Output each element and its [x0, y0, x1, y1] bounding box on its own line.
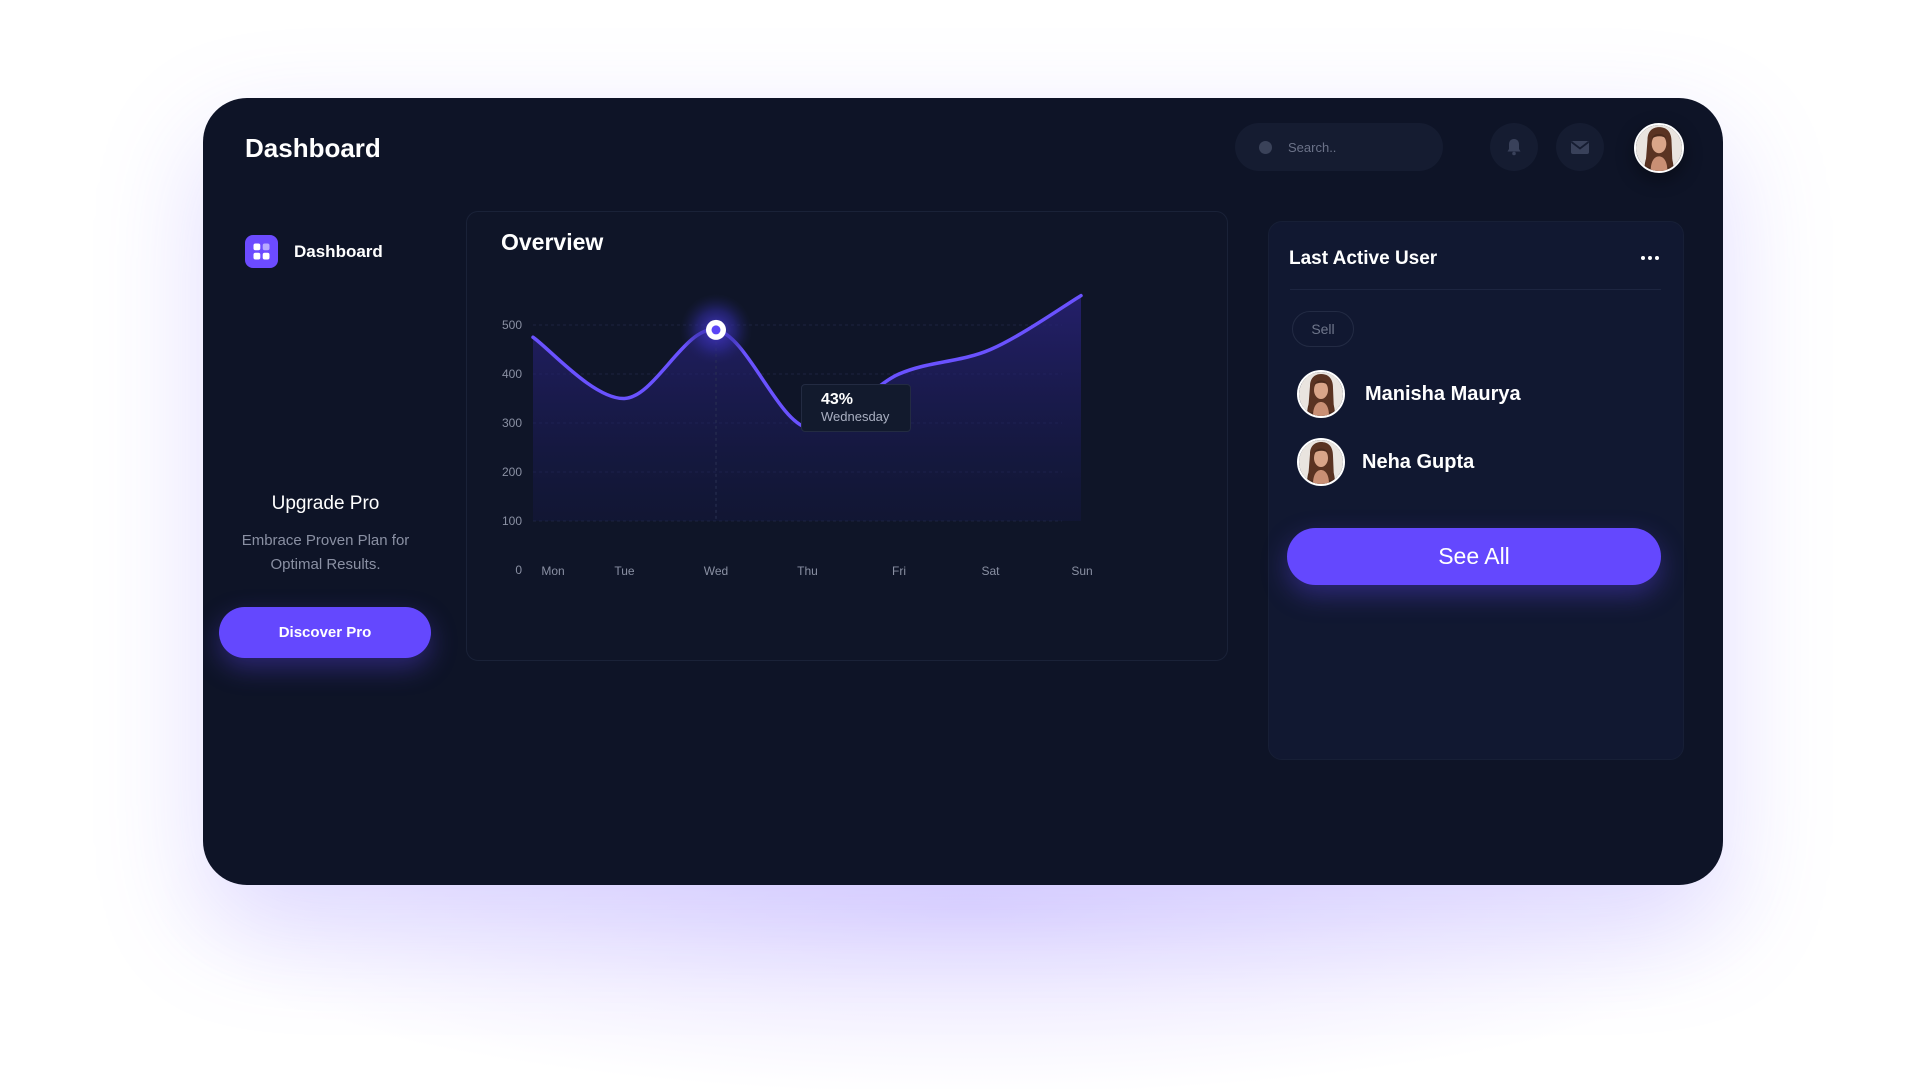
y-tick-label: 200	[502, 465, 522, 479]
dashboard-card: Dashboard Dashboard Upgrad	[203, 98, 1723, 885]
last-active-user-panel: Last Active User Sell Manisha Maurya Neh…	[1268, 221, 1684, 760]
mail-icon	[1570, 141, 1590, 154]
dot-icon	[1655, 256, 1659, 260]
y-tick-label: 500	[502, 318, 522, 332]
discover-pro-button[interactable]: Discover Pro	[219, 607, 431, 658]
y-tick-label: 400	[502, 367, 522, 381]
x-tick-label: Wed	[704, 564, 728, 578]
overview-chart: 0 100 200 300 400 500 Mon Tue Wed Thu Fri Sat Sun	[502, 293, 1093, 578]
sidebar-item-dashboard[interactable]: Dashboard	[245, 235, 383, 268]
sidebar-item-label: Dashboard	[294, 241, 383, 261]
upgrade-description: Embrace Proven Plan for Optimal Results.	[241, 532, 410, 573]
upgrade-pro-card: Upgrade Pro Embrace Proven Plan for Opti…	[218, 493, 433, 577]
bell-icon	[1507, 139, 1521, 156]
sell-chip[interactable]: Sell	[1292, 311, 1354, 347]
upgrade-title: Upgrade Pro	[271, 493, 380, 514]
x-tick-label: Tue	[614, 564, 635, 578]
user-name: Neha Gupta	[1362, 450, 1475, 473]
user-name: Manisha Maurya	[1365, 382, 1521, 405]
panel-title: Last Active User	[1289, 248, 1438, 269]
messages-button[interactable]	[1556, 123, 1604, 171]
user-row[interactable]: Manisha Maurya	[1297, 370, 1521, 418]
more-options-button[interactable]	[1641, 248, 1659, 268]
user-avatar	[1297, 370, 1345, 418]
y-tick-label: 0	[515, 563, 522, 577]
see-all-button[interactable]: See All	[1287, 528, 1661, 585]
x-tick-label: Sat	[981, 564, 1000, 578]
y-tick-label: 100	[502, 514, 522, 528]
tooltip-value: 43%	[821, 391, 854, 408]
user-row[interactable]: Neha Gupta	[1297, 438, 1474, 486]
user-avatar[interactable]	[1634, 123, 1684, 173]
x-tick-label: Sun	[1071, 564, 1092, 578]
overview-chart-card: Overview 0 100 200 300 400 500 Mon Tue Wed Thu Fr…	[466, 211, 1228, 661]
dot-icon	[1648, 256, 1652, 260]
y-tick-label: 300	[502, 416, 522, 430]
search-icon	[1259, 140, 1272, 154]
tooltip-label: Wednesday	[821, 409, 890, 424]
avatar-image	[1636, 125, 1682, 171]
x-tick-label: Fri	[892, 564, 906, 578]
highlight-point-core	[711, 325, 721, 335]
x-tick-label: Mon	[541, 564, 564, 578]
dot-icon	[1641, 256, 1645, 260]
x-tick-label: Thu	[797, 564, 818, 578]
user-avatar	[1297, 438, 1345, 486]
page-title: Dashboard	[245, 133, 381, 163]
notifications-button[interactable]	[1490, 123, 1538, 171]
search-bar[interactable]	[1235, 123, 1443, 171]
search-input[interactable]	[1288, 139, 1428, 155]
divider	[1290, 289, 1661, 290]
grid-icon	[245, 235, 278, 268]
chart-tooltip: 43% Wednesday	[801, 384, 911, 432]
